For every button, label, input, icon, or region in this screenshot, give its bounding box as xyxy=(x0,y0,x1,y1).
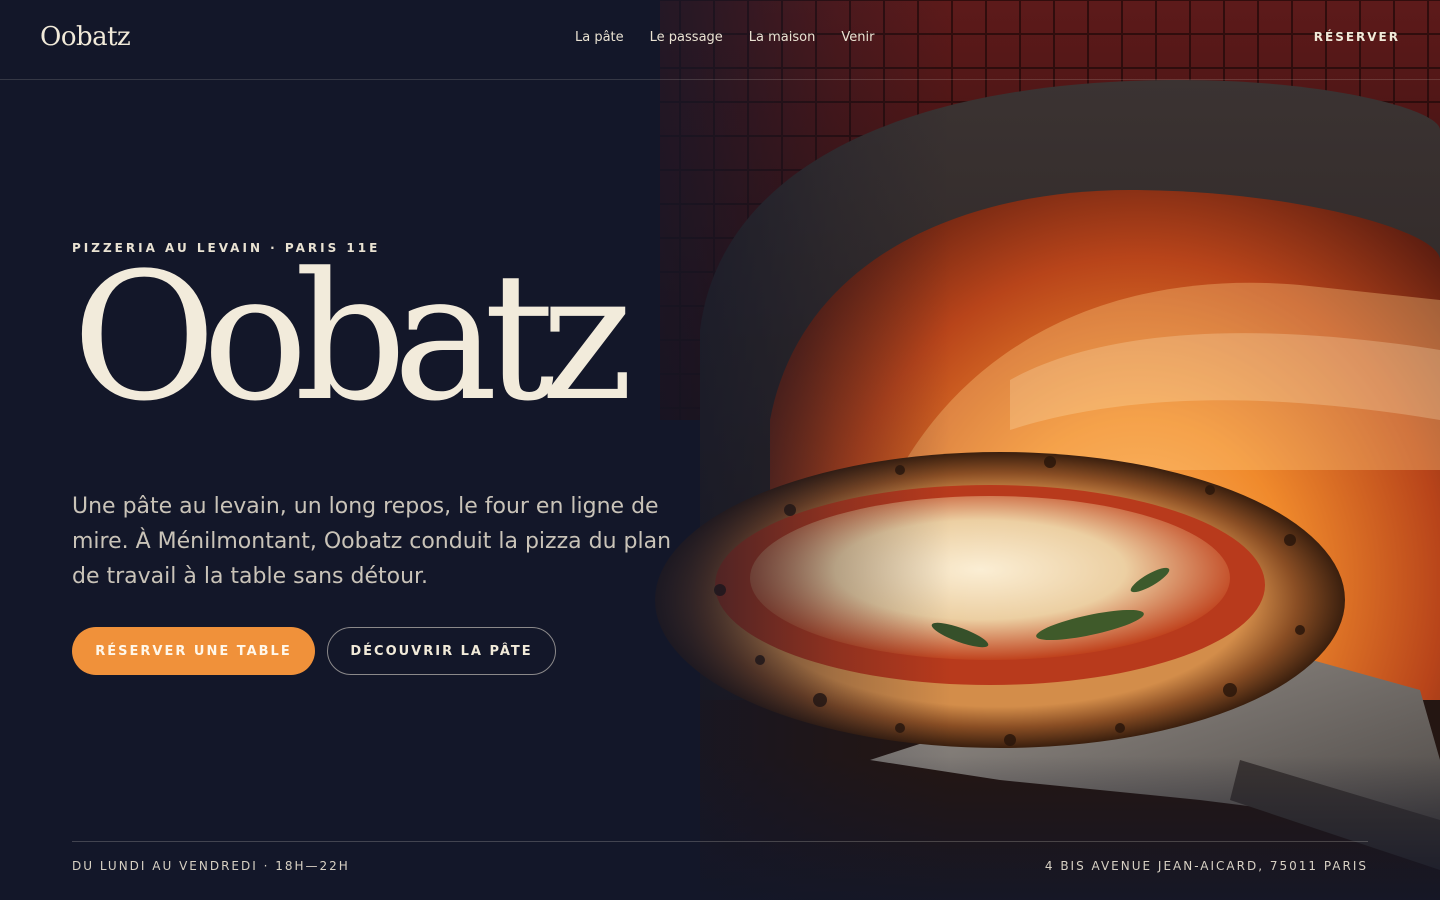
site-logo[interactable]: Oobatz xyxy=(40,22,131,52)
nav-link-passage[interactable]: Le passage xyxy=(650,30,723,45)
header-reserve-link[interactable]: RÉSERVER xyxy=(1314,30,1400,44)
nav-link-venir[interactable]: Venir xyxy=(841,30,874,45)
main-nav: La pâte Le passage La maison Venir xyxy=(575,30,874,45)
reserve-table-button[interactable]: RÉSERVER UNE TABLE xyxy=(72,627,315,675)
discover-dough-button[interactable]: DÉCOUVRIR LA PÂTE xyxy=(327,627,556,675)
site-header: Oobatz La pâte Le passage La maison Veni… xyxy=(0,0,1440,80)
nav-link-pate[interactable]: La pâte xyxy=(575,30,624,45)
footer-divider xyxy=(72,841,1368,842)
opening-hours: DU LUNDI AU VENDREDI · 18H—22H xyxy=(72,859,350,873)
hero-title: Oobatz xyxy=(72,235,633,440)
address: 4 BIS AVENUE JEAN-AICARD, 75011 PARIS xyxy=(1044,859,1368,873)
landing-page: Oobatz La pâte Le passage La maison Veni… xyxy=(0,0,1440,900)
hero-lede: Une pâte au levain, un long repos, le fo… xyxy=(72,494,672,589)
hero-photo xyxy=(0,0,1440,900)
nav-link-maison[interactable]: La maison xyxy=(749,30,816,45)
